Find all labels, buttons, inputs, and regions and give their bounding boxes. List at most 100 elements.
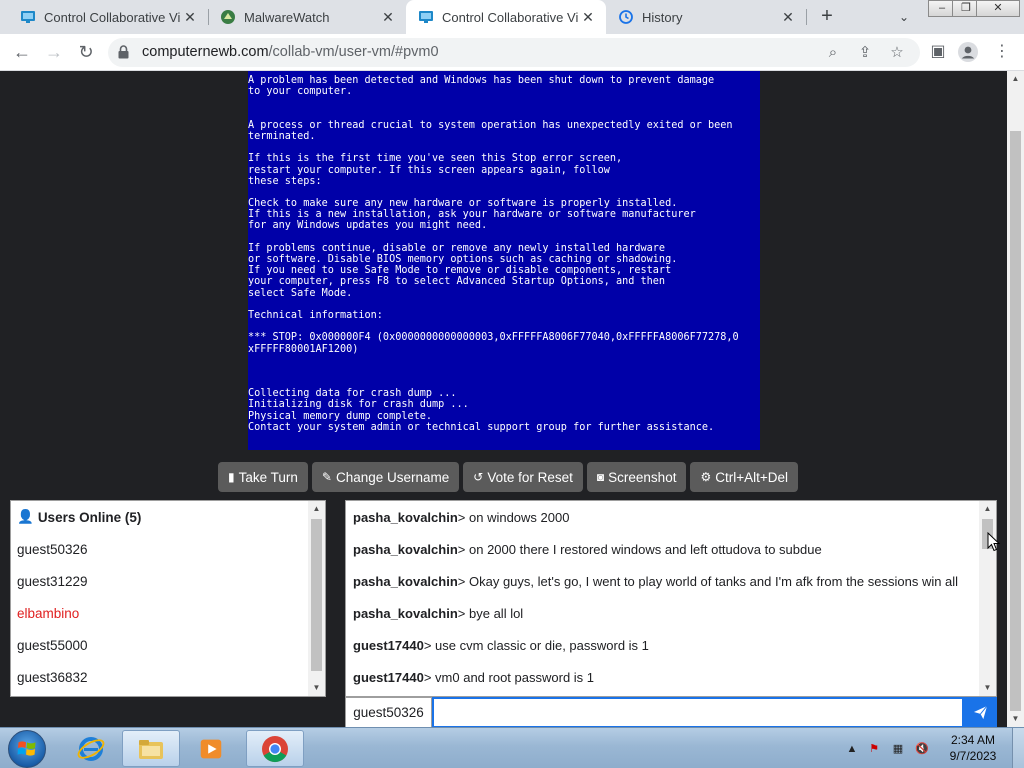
side-panel-icon[interactable]: ▣ [928, 42, 948, 62]
bsod-line [248, 299, 760, 310]
show-hidden-icons-chevron-icon[interactable]: ▲ [844, 741, 860, 757]
start-button[interactable] [8, 730, 46, 768]
chat-text: vm0 and root password is 1 [435, 669, 595, 685]
lock-icon [118, 45, 129, 59]
reload-icon[interactable]: ↻ [74, 40, 98, 64]
chat-message: guest17440 > use cvm classic or die, pass… [346, 629, 980, 661]
users-scrollbar[interactable]: ▲ ▼ [308, 501, 325, 696]
screenshot-button[interactable]: ◙ Screenshot [586, 462, 687, 492]
windows-taskbar: ▲ ⚑ ▦ 🔇 2:34 AM 9/7/2023 [0, 727, 1024, 768]
clock-date: 9/7/2023 [949, 749, 997, 763]
address-bar[interactable]: computernewb.com/collab-vm/user-vm/#pvm0… [108, 38, 920, 67]
taskbar-chrome[interactable] [246, 730, 304, 767]
close-window-button[interactable]: ✕ [976, 0, 1020, 17]
bsod-line [248, 321, 760, 332]
take-turn-button[interactable]: ▮ Take Turn [218, 462, 308, 492]
new-tab-button[interactable]: + [816, 5, 838, 27]
tab-search-chevron-icon[interactable]: ⌄ [894, 7, 914, 27]
gear-icon: ⚙ [700, 470, 712, 484]
tab-history[interactable]: History ✕ [606, 0, 806, 34]
url-host: computernewb.com [142, 44, 269, 60]
chat-message: pasha_kovalchin > Okay guys, let's go, I … [346, 565, 980, 597]
scroll-down-arrow-icon[interactable]: ▼ [308, 680, 325, 696]
user-list-item[interactable]: guest36832 [11, 661, 309, 693]
forward-arrow-icon[interactable]: → [42, 40, 66, 64]
bsod-line [248, 109, 760, 120]
share-icon[interactable]: ⇪ [856, 44, 874, 62]
bsod-line [248, 142, 760, 153]
taskbar-file-explorer[interactable] [122, 730, 180, 767]
tab-title: Control Collaborative Virt [44, 9, 180, 25]
users-panel: 👤 Users Online (5) guest50326 guest31229 el… [10, 500, 326, 697]
action-center-flag-icon[interactable]: ⚑ [866, 741, 882, 757]
chat-message: guest17440 > vm0 and root password is 1 [346, 661, 980, 693]
url-path: /collab-vm/user-vm/#pvm0 [268, 44, 439, 60]
tab-control-collab-1[interactable]: Control Collaborative Virt ✕ [8, 0, 208, 34]
chat-input[interactable] [432, 697, 964, 727]
chat-separator: > [423, 637, 436, 653]
menu-kebab-icon[interactable]: ⋮ [992, 42, 1012, 62]
scroll-down-arrow-icon[interactable]: ▼ [979, 680, 996, 696]
tab-malwarewatch[interactable]: MalwareWatch ✕ [208, 0, 406, 34]
taskbar-media-player[interactable] [182, 730, 240, 767]
close-icon[interactable]: ✕ [378, 9, 398, 26]
vote-reset-button[interactable]: ↺ Vote for Reset [463, 462, 583, 492]
chat-username: pasha_kovalchin [353, 573, 458, 589]
chat-message: pasha_kovalchin > bye all lol [346, 597, 980, 629]
page-scrollbar[interactable]: ▲ ▼ [1007, 71, 1024, 727]
user-list-item[interactable]: guest55000 [11, 629, 309, 661]
scroll-thumb[interactable] [311, 519, 322, 671]
bsod-line [248, 355, 760, 366]
user-list-item[interactable]: elbambino [11, 597, 309, 629]
close-icon[interactable]: ✕ [180, 9, 200, 26]
vm-display[interactable]: A problem has been detected and Windows … [248, 71, 760, 450]
send-button[interactable] [964, 697, 997, 727]
windows-logo-icon [17, 741, 36, 756]
bsod-line [248, 377, 760, 388]
tab-separator [806, 9, 807, 25]
chat-separator: > [457, 509, 469, 525]
bsod-line [248, 97, 760, 108]
taskbar-clock[interactable]: 2:34 AM 9/7/2023 [940, 732, 1006, 764]
show-desktop-button[interactable] [1012, 728, 1024, 768]
bsod-line [248, 232, 760, 243]
scroll-up-arrow-icon[interactable]: ▲ [308, 501, 325, 517]
bsod-line: terminated. [248, 130, 316, 142]
user-edit-icon: ✎ [321, 470, 332, 484]
chat-message: pasha_kovalchin > on 2000 there I restore… [346, 533, 980, 565]
ctrl-alt-del-button[interactable]: ⚙ Ctrl+Alt+Del [690, 462, 798, 492]
close-icon[interactable]: ✕ [778, 9, 798, 26]
user-list-item[interactable]: guest50326 [11, 533, 309, 565]
back-arrow-icon[interactable]: ← [10, 40, 34, 64]
scroll-thumb[interactable] [1010, 131, 1021, 711]
scroll-up-arrow-icon[interactable]: ▲ [1007, 71, 1024, 87]
chrome-icon [262, 735, 288, 762]
chat-scrollbar[interactable]: ▲ ▼ [979, 501, 996, 696]
url-text: computernewb.com/collab-vm/user-vm/#pvm0 [142, 44, 439, 60]
tab-control-collab-active[interactable]: Control Collaborative Virt ✕ [406, 0, 606, 34]
scroll-up-arrow-icon[interactable]: ▲ [979, 501, 996, 517]
chat-username: pasha_kovalchin [353, 509, 458, 525]
rotate-left-icon: ↺ [473, 470, 484, 484]
close-icon[interactable]: ✕ [578, 9, 598, 26]
users-online-count: Users Online (5) [37, 509, 142, 525]
vote-reset-label: Vote for Reset [487, 469, 573, 485]
network-icon[interactable]: ▦ [890, 741, 906, 757]
bsod-line: If problems continue, disable or remove … [248, 242, 666, 254]
profile-avatar-icon[interactable] [958, 42, 978, 62]
taskbar-internet-explorer[interactable] [62, 730, 120, 767]
bsod-line: Technical information: [248, 309, 383, 321]
bookmark-star-icon[interactable]: ☆ [888, 44, 906, 62]
zoom-icon[interactable]: ⌕ [824, 44, 842, 62]
chat-separator: > [457, 605, 469, 621]
chat-messages: pasha_kovalchin > on windows 2000 pasha_ko… [346, 501, 980, 696]
chat-panel: pasha_kovalchin > on windows 2000 pasha_ko… [345, 500, 997, 697]
scroll-down-arrow-icon[interactable]: ▼ [1007, 711, 1024, 727]
user-list-item[interactable]: guest31229 [11, 565, 309, 597]
mouse-pointer-icon [987, 532, 1001, 552]
bsod-line: Initializing disk for crash dump ... [248, 399, 469, 411]
volume-muted-icon[interactable]: 🔇 [914, 741, 930, 757]
change-username-button[interactable]: ✎ Change Username [311, 462, 460, 492]
bsod-line: If you need to use Safe Mode to remove o… [248, 265, 672, 277]
users-online-header: 👤 Users Online (5) [11, 501, 309, 533]
